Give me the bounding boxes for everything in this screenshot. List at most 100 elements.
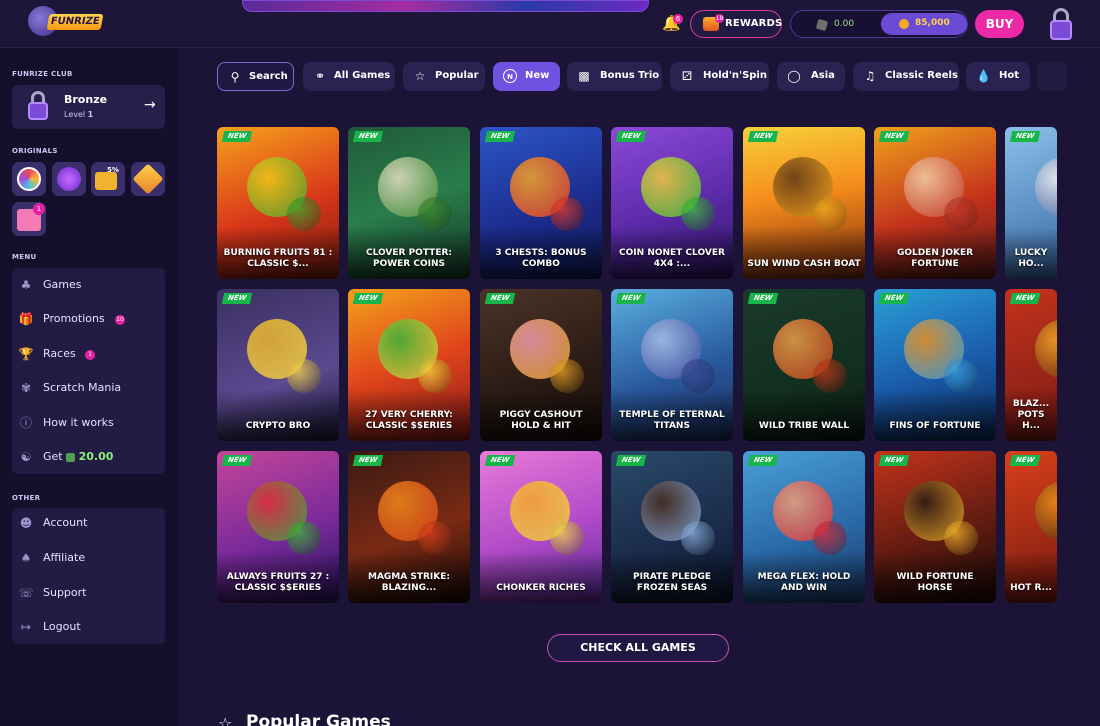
cashback-percent: 5%	[107, 166, 119, 174]
gold-coin-icon	[899, 19, 909, 29]
game-art-shape	[681, 359, 715, 393]
menu-item-affiliate[interactable]: ♠ Affiliate	[12, 543, 165, 573]
bell-icon: ♫	[864, 69, 876, 83]
game-art-shape	[681, 197, 715, 231]
new-badge: NEW	[352, 293, 384, 304]
game-title: ALWAYS FRUITS 27 : CLASSIC $$ERIES	[226, 572, 330, 593]
menu-item-scratch-mania[interactable]: ✾ Scratch Mania	[12, 373, 165, 403]
game-tile[interactable]: NEW FINS OF FORTUNE	[874, 289, 996, 441]
original-wheel[interactable]	[12, 162, 46, 196]
filter-hot[interactable]: 💧 Hot	[966, 62, 1030, 91]
promo-banner[interactable]	[242, 0, 649, 12]
menu-item-support[interactable]: ☏ Support	[12, 578, 165, 608]
game-art-shape	[813, 521, 847, 555]
new-badge: NEW	[352, 131, 384, 142]
globe-icon: ◯	[787, 69, 801, 83]
original-calendar[interactable]: 1	[12, 202, 46, 236]
filter-classic-reels[interactable]: ♫ Classic Reels	[853, 62, 959, 91]
balance-switcher[interactable]: 0.00 85,000	[790, 10, 968, 38]
support-icon: ☏	[18, 586, 34, 600]
new-badge: NEW	[747, 131, 779, 142]
sidebar: FUNRIZE CLUB Bronze Level 1 → ORIGINALS …	[0, 48, 178, 726]
top-header: FUNRIZE 🔔 6 18 REWARDS 0.00 85,000 BUY	[0, 0, 1100, 48]
game-tile[interactable]: NEW WILD TRIBE WALL	[743, 289, 865, 441]
game-tile[interactable]: NEW MEGA FLEX: HOLD AND WIN	[743, 451, 865, 603]
title-shade	[480, 551, 602, 603]
sweep-coin-balance[interactable]: 0.00	[834, 19, 854, 29]
game-tile[interactable]: NEW MAGMA STRIKE: BLAZING...	[348, 451, 470, 603]
game-title: WILD TRIBE WALL	[758, 421, 850, 431]
game-art-shape	[418, 197, 452, 231]
game-tile[interactable]: NEW COIN NONET CLOVER 4X4 :...	[611, 127, 733, 279]
game-title: 27 VERY CHERRY: CLASSIC $$ERIES	[365, 410, 453, 431]
funrize-logo[interactable]: FUNRIZE	[28, 4, 104, 38]
club-status-card[interactable]: Bronze Level 1 →	[12, 85, 165, 129]
game-tile[interactable]: NEW PIRATE PLEDGE FROZEN SEAS	[611, 451, 733, 603]
game-title: TEMPLE OF ETERNAL TITANS	[619, 410, 725, 431]
club-level: Level 1	[64, 110, 94, 119]
dice-icon: ⚂	[681, 69, 693, 83]
game-tile[interactable]: NEW CHONKER RICHES	[480, 451, 602, 603]
rewards-button[interactable]: 18 REWARDS	[690, 10, 782, 38]
other-menu: ☻ Account ♠ Affiliate ☏ Support ↦ Logout	[12, 508, 165, 644]
menu-item-account[interactable]: ☻ Account	[12, 508, 165, 538]
sweep-coin-icon	[815, 18, 829, 32]
menu-item-races[interactable]: 🏆 Races 1	[12, 339, 165, 369]
game-tile[interactable]: NEW WILD FORTUNE HORSE	[874, 451, 996, 603]
sweep-coin-icon	[66, 452, 76, 462]
game-title: CRYPTO BRO	[245, 421, 311, 431]
title-shade	[874, 389, 996, 441]
scratch-icon: ✾	[20, 381, 32, 395]
notification-count-badge: 6	[673, 14, 683, 24]
title-shade	[743, 227, 865, 279]
game-title: PIRATE PLEDGE FROZEN SEAS	[632, 572, 712, 593]
game-tile[interactable]: NEW 27 VERY CHERRY: CLASSIC $$ERIES	[348, 289, 470, 441]
profile-lock-icon[interactable]	[1050, 8, 1072, 42]
game-title: WILD FORTUNE HORSE	[896, 572, 974, 593]
menu-item-games[interactable]: ♣ Games	[12, 270, 165, 300]
filter-bonus-trio[interactable]: ▩ Bonus Trio	[567, 62, 662, 91]
game-tile[interactable]: NEW ALWAYS FRUITS 27 : CLASSIC $$ERIES	[217, 451, 339, 603]
new-badge: NEW	[1009, 131, 1041, 142]
game-tile[interactable]: NEW HOT R...	[1005, 451, 1057, 603]
game-tile[interactable]: NEW LUCKY HO...	[1005, 127, 1057, 279]
filter-new[interactable]: N New	[493, 62, 560, 91]
filter-asia[interactable]: ◯ Asia	[777, 62, 845, 91]
original-bonus[interactable]	[52, 162, 86, 196]
menu-item-promotions[interactable]: 🎁 Promotions 10	[12, 304, 165, 334]
new-badge: NEW	[221, 131, 253, 142]
buy-button[interactable]: BUY	[975, 10, 1024, 38]
game-tile[interactable]: NEW 3 CHESTS: BONUS COMBO	[480, 127, 602, 279]
menu-item-get-referral[interactable]: ☯ Get 20.00	[12, 442, 165, 472]
game-tile[interactable]: NEW BLAZ... POTS H...	[1005, 289, 1057, 441]
game-tile[interactable]: NEW PIGGY CASHOUT HOLD & HIT	[480, 289, 602, 441]
menu-item-how-it-works[interactable]: ⓘ How it works	[12, 408, 165, 438]
new-badge: NEW	[221, 455, 253, 466]
gold-coin-toggle[interactable]: 85,000	[881, 13, 967, 35]
check-all-games-button[interactable]: CHECK ALL GAMES	[547, 634, 729, 662]
game-tile[interactable]: NEW BURNING FRUITS 81 : CLASSIC $...	[217, 127, 339, 279]
filter-popular[interactable]: ☆ Popular	[403, 62, 485, 91]
game-title: 3 CHESTS: BONUS COMBO	[495, 248, 587, 269]
original-tickets[interactable]	[131, 162, 165, 196]
filter-hold-n-spin[interactable]: ⚂ Hold'n'Spin	[670, 62, 769, 91]
new-badge: NEW	[615, 131, 647, 142]
other-section-label: OTHER	[12, 494, 41, 502]
filter-search[interactable]: ⚲ Search	[217, 62, 294, 91]
game-tile[interactable]: NEW CRYPTO BRO	[217, 289, 339, 441]
game-tile[interactable]: NEW GOLDEN JOKER FORTUNE	[874, 127, 996, 279]
menu-item-logout[interactable]: ↦ Logout	[12, 612, 165, 642]
new-badge: NEW	[615, 293, 647, 304]
game-title: BLAZ... POTS H...	[1012, 399, 1050, 431]
game-tile[interactable]: NEW CLOVER POTTER: POWER COINS	[348, 127, 470, 279]
game-title: CHONKER RICHES	[496, 583, 586, 593]
original-cashback[interactable]: 5%	[91, 162, 125, 196]
game-tile[interactable]: NEW TEMPLE OF ETERNAL TITANS	[611, 289, 733, 441]
filter-all-games[interactable]: ⚭ All Games	[303, 62, 395, 91]
game-art-shape	[550, 521, 584, 555]
logout-icon: ↦	[20, 620, 32, 634]
game-tile[interactable]: NEW SUN WIND CASH BOAT	[743, 127, 865, 279]
filter-next-partial[interactable]	[1037, 62, 1067, 91]
game-art-shape	[944, 359, 978, 393]
new-badge: NEW	[484, 131, 516, 142]
